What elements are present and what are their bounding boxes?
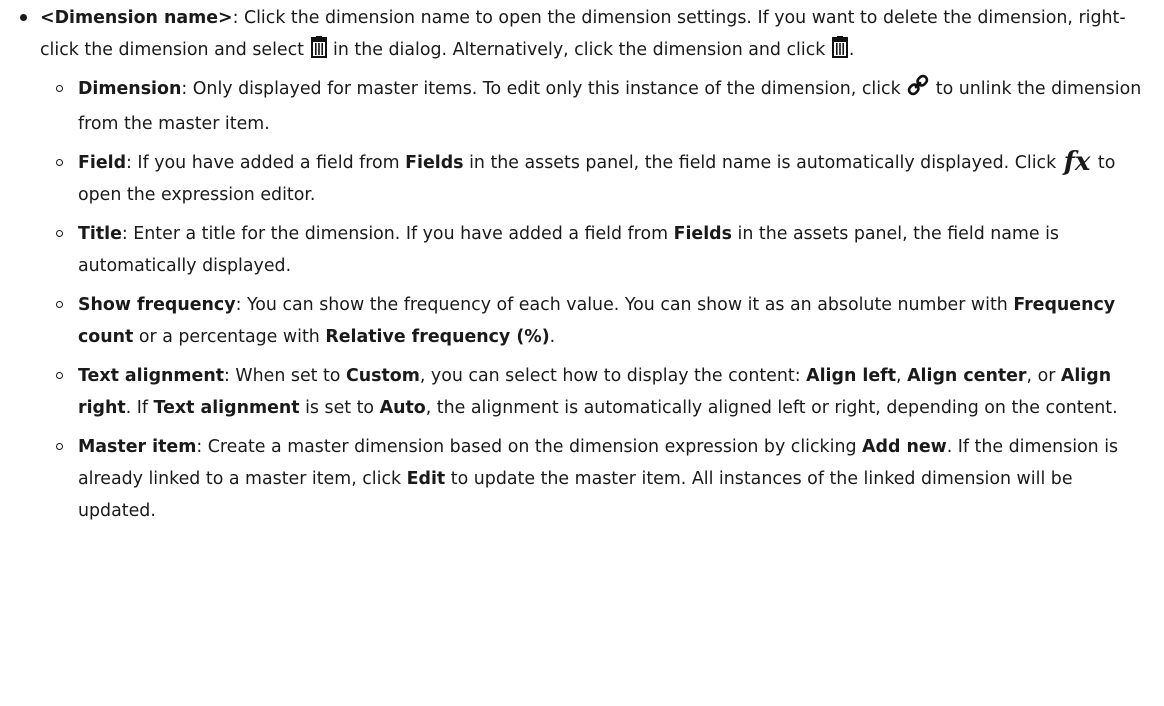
list-item-field: Field: If you have added a field from Fi… [56,147,1144,211]
fx-icon: fx [1063,147,1091,177]
list-item-title: Title: Enter a title for the dimension. … [56,218,1144,282]
dimension-settings-list: Dimension: Only displayed for master ite… [40,73,1144,527]
document-body: <Dimension name>: Click the dimension na… [0,0,1164,527]
delete-icon [310,36,328,69]
term-dimension-name: <Dimension name> [40,8,233,28]
delete-icon [831,36,849,69]
list-item-show-frequency: Show frequency: You can show the frequen… [56,289,1144,353]
list-item-text-alignment: Text alignment: When set to Custom, you … [56,360,1144,424]
list-item-dimension: Dimension: Only displayed for master ite… [56,73,1144,140]
dimension-name-bullet: <Dimension name>: Click the dimension na… [20,2,1144,527]
unlink-icon [906,73,930,108]
list-item-master-item: Master item: Create a master dimension b… [56,431,1144,527]
